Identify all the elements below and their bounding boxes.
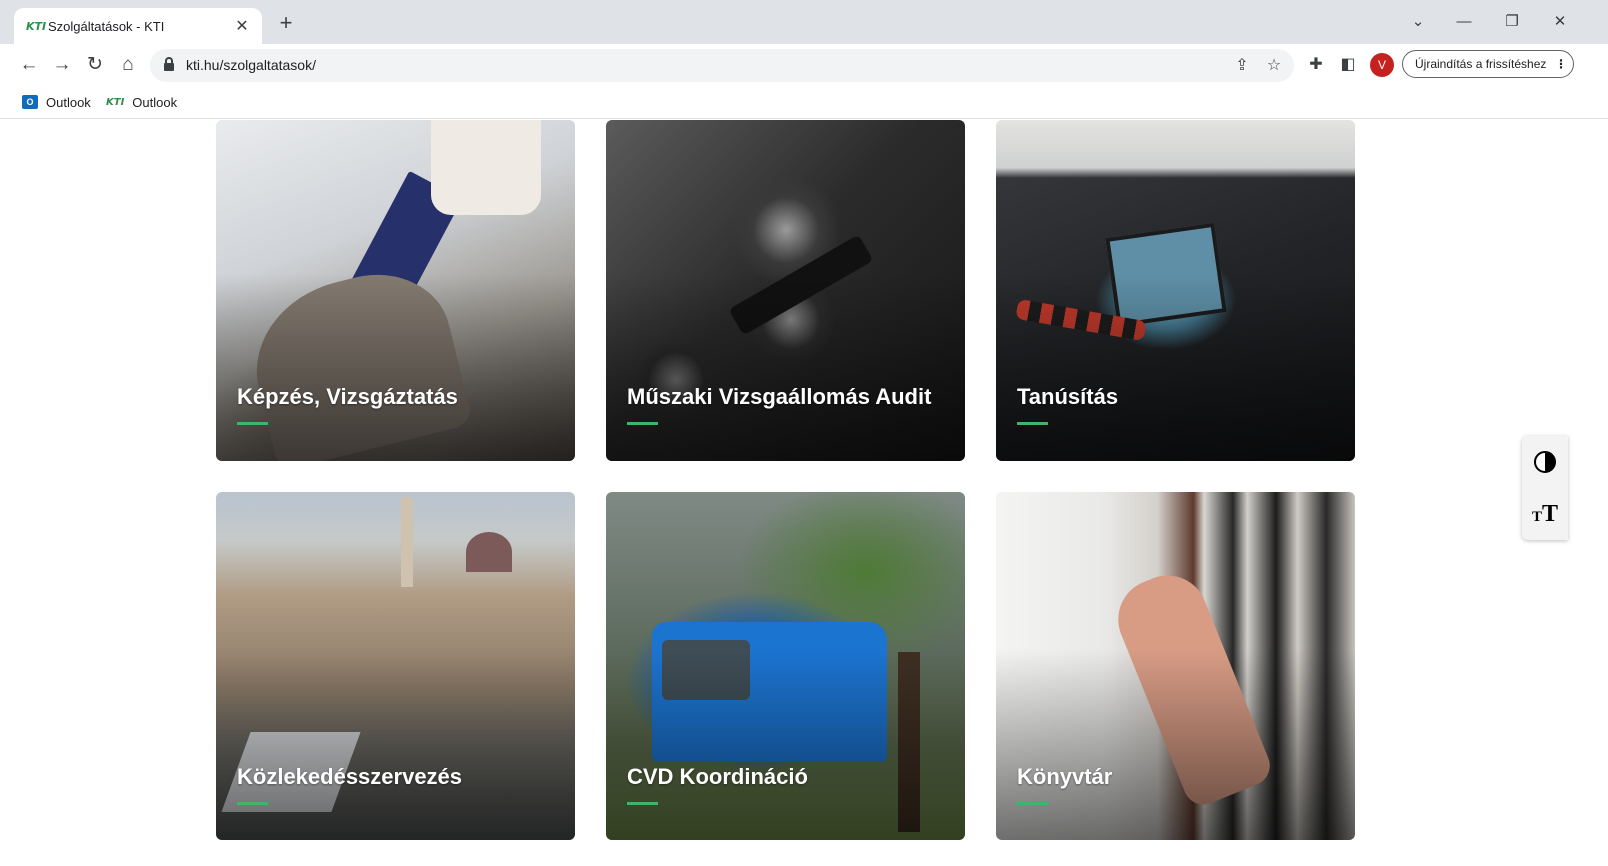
- bookmark-label: Outlook: [46, 94, 91, 110]
- outlook-icon: O: [22, 95, 38, 109]
- bookmark-kti-outlook[interactable]: KTI Outlook: [106, 92, 177, 112]
- relaunch-label: Újraindítás a frissítéshez: [1415, 57, 1547, 71]
- service-card-title: Könyvtár: [1017, 764, 1113, 789]
- font-size-button[interactable]: TT: [1522, 488, 1568, 540]
- profile-avatar[interactable]: V: [1370, 53, 1394, 77]
- bookmarks-bar: O Outlook KTI Outlook: [0, 86, 1608, 119]
- back-button[interactable]: ←: [15, 51, 43, 79]
- minimize-button[interactable]: —: [1444, 8, 1484, 36]
- service-card-konyvtar[interactable]: Könyvtár: [996, 492, 1355, 840]
- url-text[interactable]: kti.hu/szolgaltatasok/: [186, 57, 316, 73]
- new-tab-button[interactable]: +: [274, 12, 298, 36]
- lock-icon[interactable]: [164, 57, 174, 71]
- bookmark-star-icon[interactable]: ☆: [1262, 54, 1286, 78]
- church-spire-image: [401, 497, 413, 587]
- service-card-title: CVD Koordináció: [627, 764, 808, 789]
- close-window-button[interactable]: ✕: [1540, 8, 1580, 36]
- tab-close-icon[interactable]: ✕: [234, 16, 250, 36]
- bookmark-label: Outlook: [132, 94, 178, 110]
- share-icon[interactable]: ⇪: [1230, 54, 1254, 78]
- menu-icon[interactable]: ⋮: [1555, 51, 1567, 77]
- tab-title: Szolgáltatások - KTI: [48, 18, 165, 34]
- service-card-kozlekedesszervezes[interactable]: Közlekedésszervezés: [216, 492, 575, 840]
- browser-tab-strip: KTI Szolgáltatások - KTI ✕ + ⌄ — ❐ ✕: [0, 0, 1608, 44]
- forward-button[interactable]: →: [48, 51, 76, 79]
- tab-search-button[interactable]: ⌄: [1398, 8, 1438, 36]
- font-size-icon: TT: [1531, 501, 1559, 527]
- service-card-title: Közlekedésszervezés: [237, 764, 463, 789]
- contrast-button[interactable]: [1522, 436, 1568, 488]
- title-underline: [627, 422, 658, 425]
- service-card-tanusitas[interactable]: Tanúsítás: [996, 120, 1355, 461]
- service-card-kepzes[interactable]: Képzés, Vizsgáztatás: [216, 120, 575, 461]
- address-bar[interactable]: kti.hu/szolgaltatasok/ ⇪ ☆: [150, 49, 1294, 82]
- service-card-title: Képzés, Vizsgáztatás: [237, 384, 458, 409]
- contrast-icon: [1534, 450, 1556, 473]
- side-panel-icon[interactable]: ◧: [1336, 53, 1360, 77]
- extensions-icon[interactable]: ✚: [1304, 53, 1328, 77]
- title-underline: [237, 802, 268, 805]
- home-button[interactable]: ⌂: [114, 51, 142, 79]
- service-card-muszaki-audit[interactable]: Műszaki Vizsgaállomás Audit: [606, 120, 965, 461]
- title-underline: [237, 422, 268, 425]
- title-underline: [627, 802, 658, 805]
- services-page: Képzés, Vizsgáztatás Műszaki Vizsgaállom…: [0, 120, 1608, 866]
- browser-tab[interactable]: KTI Szolgáltatások - KTI ✕: [14, 8, 262, 44]
- bookmark-outlook[interactable]: O Outlook: [22, 92, 91, 112]
- mug-image: [431, 120, 541, 215]
- browser-toolbar: ← → ↻ ⌂ kti.hu/szolgaltatasok/ ⇪ ☆ ✚ ◧ V…: [0, 44, 1608, 86]
- relaunch-update-button[interactable]: Újraindítás a frissítéshez ⋮: [1402, 50, 1574, 78]
- title-underline: [1017, 802, 1048, 805]
- service-card-title: Műszaki Vizsgaállomás Audit: [627, 384, 932, 409]
- service-card-title: Tanúsítás: [1017, 384, 1119, 409]
- kti-favicon-icon: KTI: [106, 96, 125, 108]
- title-underline: [1017, 422, 1048, 425]
- kti-favicon-icon: KTI: [26, 19, 47, 33]
- accessibility-toolbar: TT: [1522, 436, 1568, 540]
- parliament-dome-image: [466, 532, 512, 572]
- service-card-cvd-koordinacio[interactable]: CVD Koordináció: [606, 492, 965, 840]
- reload-button[interactable]: ↻: [81, 51, 109, 79]
- restore-button[interactable]: ❐: [1492, 8, 1532, 36]
